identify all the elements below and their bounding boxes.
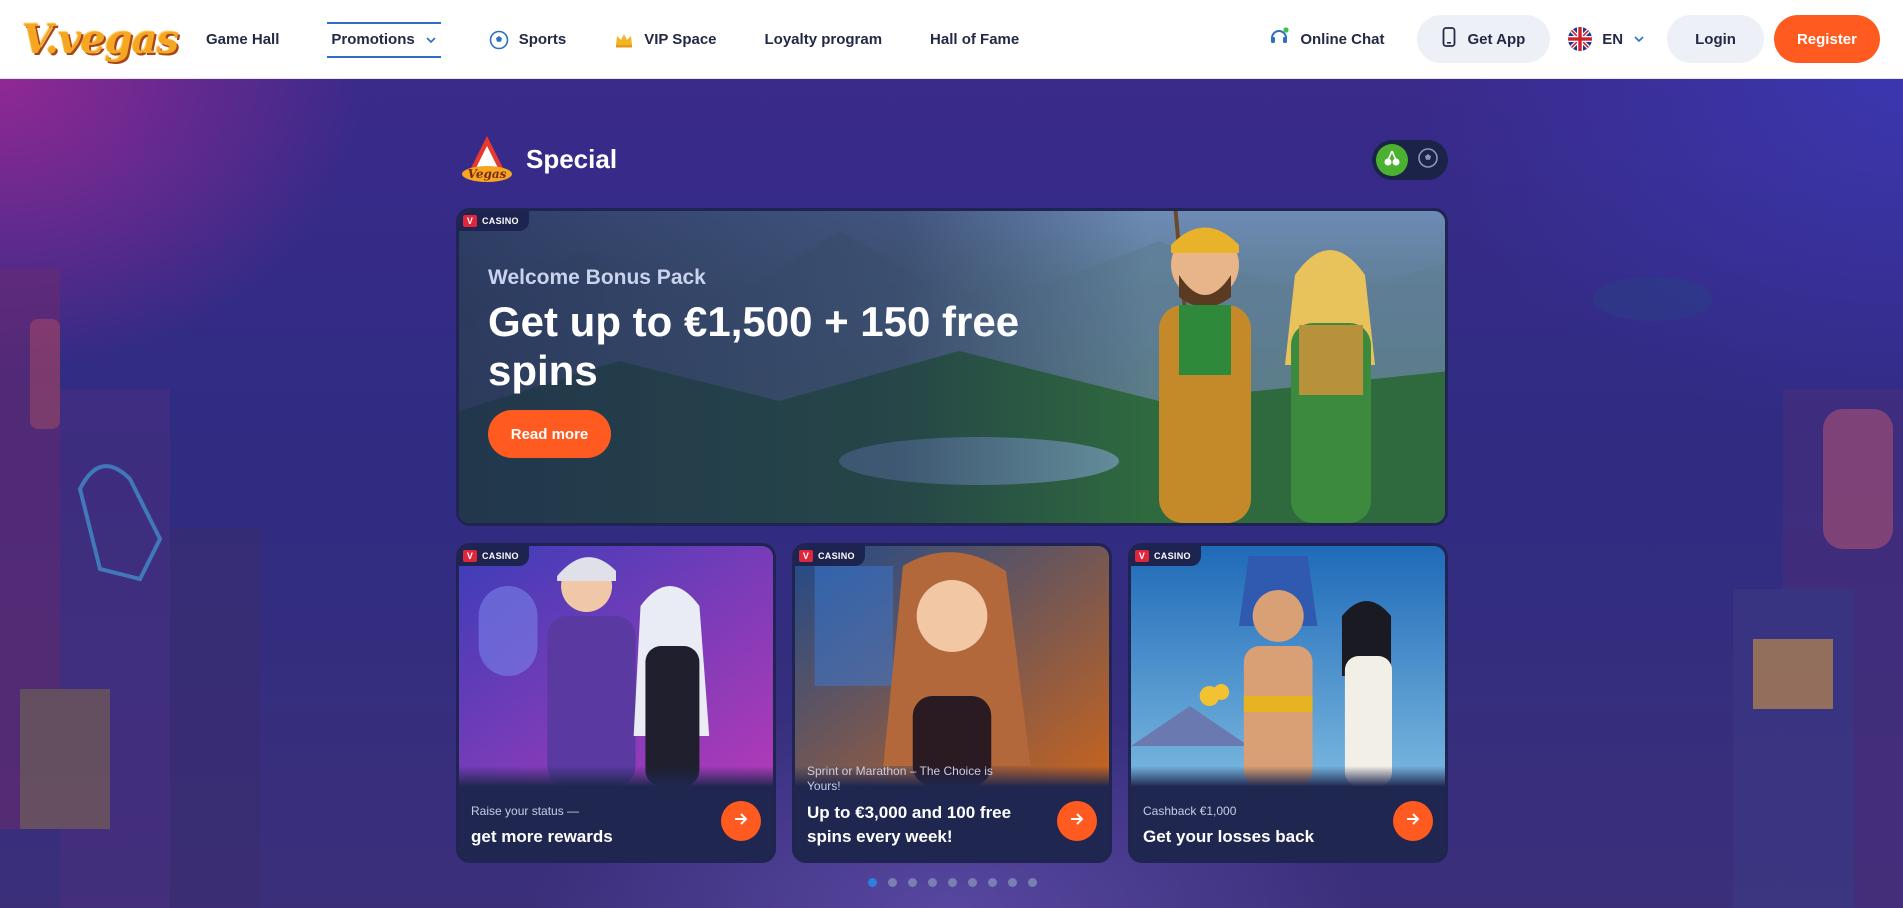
nav-label: Sports — [518, 31, 567, 48]
card-title: get more rewards — [471, 827, 613, 846]
casino-tag: V CASINO — [459, 211, 529, 231]
register-button[interactable]: Register — [1773, 15, 1880, 63]
headset-icon — [1268, 26, 1290, 52]
vegas-emblem-icon: Vegas — [460, 134, 514, 184]
promo-card-status-rewards[interactable]: V CASINO Raise your status — get more re… — [456, 543, 776, 863]
pagination-dot[interactable] — [868, 878, 877, 887]
nav-hall-of-fame[interactable]: Hall of Fame — [930, 22, 1019, 58]
vvegas-v-icon: V — [799, 550, 813, 562]
login-button[interactable]: Login — [1667, 15, 1764, 63]
chevron-down-icon — [425, 34, 437, 46]
tag-label: CASINO — [482, 216, 519, 226]
casino-tag: V CASINO — [795, 546, 865, 566]
hunters-characters-illustration — [1159, 211, 1375, 523]
pagination-dot[interactable] — [888, 878, 897, 887]
welcome-bonus-banner[interactable]: V CASINO Welcome Bonus Pack Get up to €1… — [456, 208, 1448, 526]
carousel-pagination — [868, 878, 1037, 887]
uk-flag-icon — [1568, 27, 1593, 51]
nav-label: Game Hall — [206, 31, 280, 48]
header-actions: Online Chat Get App EN Login Register — [1268, 14, 1880, 64]
vvegas-v-icon: V — [1135, 550, 1149, 562]
casino-filter-button[interactable] — [1376, 144, 1408, 176]
sports-filter-button[interactable] — [1412, 144, 1444, 176]
register-label: Register — [1796, 30, 1857, 48]
couple-illustration — [459, 546, 773, 786]
logo-text: V.vegas — [22, 15, 179, 63]
arrow-right-icon — [1068, 810, 1086, 833]
vvegas-v-icon: V — [463, 215, 477, 227]
nav-promotions[interactable]: Promotions — [327, 21, 441, 58]
language-selector[interactable]: EN — [1568, 27, 1645, 51]
tag-label: CASINO — [482, 551, 519, 561]
card-title: Up to €3,000 and 100 free spins every we… — [807, 803, 1012, 846]
neon-city-left-decoration — [0, 269, 260, 908]
nav-label: VIP Space — [644, 31, 717, 48]
section-title: Special — [526, 143, 618, 174]
pagination-dot[interactable] — [948, 878, 957, 887]
pagination-dot[interactable] — [1008, 878, 1017, 887]
hero-subtitle: Welcome Bonus Pack — [488, 266, 706, 289]
card-subtitle: Sprint or Marathon – The Choice is Yours… — [807, 764, 993, 793]
online-chat-button[interactable]: Online Chat — [1268, 26, 1385, 52]
chevron-down-icon — [1633, 33, 1645, 45]
sports-ball-icon — [1417, 147, 1439, 174]
card-title: Get your losses back — [1143, 827, 1315, 846]
get-app-label: Get App — [1467, 30, 1526, 48]
tag-label: CASINO — [1154, 551, 1191, 561]
svg-text:Vegas: Vegas — [468, 167, 507, 181]
nav-sports[interactable]: Sports — [489, 22, 567, 58]
section-header: Vegas Special — [460, 134, 1448, 184]
soccer-ball-icon — [489, 30, 509, 50]
nav-loyalty-program[interactable]: Loyalty program — [765, 22, 883, 58]
card-subtitle: Raise your status — — [471, 804, 580, 818]
main-nav: Game Hall Promotions Sports VIP Space Lo… — [206, 0, 1067, 79]
arrow-right-icon — [1404, 810, 1422, 833]
nav-label: Promotions — [331, 31, 415, 48]
pagination-dot[interactable] — [988, 878, 997, 887]
nav-label: Hall of Fame — [930, 31, 1020, 48]
read-more-button[interactable]: Read more — [488, 410, 611, 458]
card-open-button[interactable] — [1057, 801, 1097, 841]
casino-cherries-icon — [1382, 148, 1402, 173]
arrow-right-icon — [732, 810, 750, 833]
product-filter-toggle — [1372, 140, 1448, 180]
casino-tag: V CASINO — [459, 546, 529, 566]
phone-icon — [1442, 27, 1456, 51]
pagination-dot[interactable] — [1028, 878, 1037, 887]
card-open-button[interactable] — [721, 801, 761, 841]
nav-vip-space[interactable]: VIP Space — [614, 22, 717, 58]
login-label: Login — [1695, 30, 1736, 48]
pagination-dot[interactable] — [928, 878, 937, 887]
vvegas-v-icon: V — [463, 550, 477, 562]
pagination-dot[interactable] — [968, 878, 977, 887]
pagination-dot[interactable] — [908, 878, 917, 887]
site-logo[interactable]: V.vegas — [22, 12, 179, 66]
hero-title: Get up to €1,500 + 150 free spins — [488, 298, 1020, 394]
nav-game-hall[interactable]: Game Hall — [206, 22, 279, 58]
top-header: V.vegas Game Hall Promotions Sports VIP … — [0, 0, 1903, 79]
card-subtitle: Cashback €1,000 — [1143, 804, 1237, 818]
pharaoh-couple-illustration — [1131, 546, 1445, 786]
crown-icon — [614, 30, 634, 50]
casino-tag: V CASINO — [1131, 546, 1201, 566]
language-code: EN — [1602, 30, 1624, 48]
card-open-button[interactable] — [1393, 801, 1433, 841]
neon-city-right-decoration — [1593, 277, 1903, 908]
promo-card-cashback[interactable]: V CASINO Cashback €1,000 Get your losses… — [1128, 543, 1448, 863]
online-chat-label: Online Chat — [1300, 30, 1385, 48]
tag-label: CASINO — [818, 551, 855, 561]
woman-illustration — [795, 546, 1109, 786]
promo-card-weekly-spins[interactable]: V CASINO Sprint or Marathon – The Choice… — [792, 543, 1112, 863]
nav-label: Loyalty program — [764, 31, 883, 48]
get-app-button[interactable]: Get App — [1416, 15, 1551, 63]
